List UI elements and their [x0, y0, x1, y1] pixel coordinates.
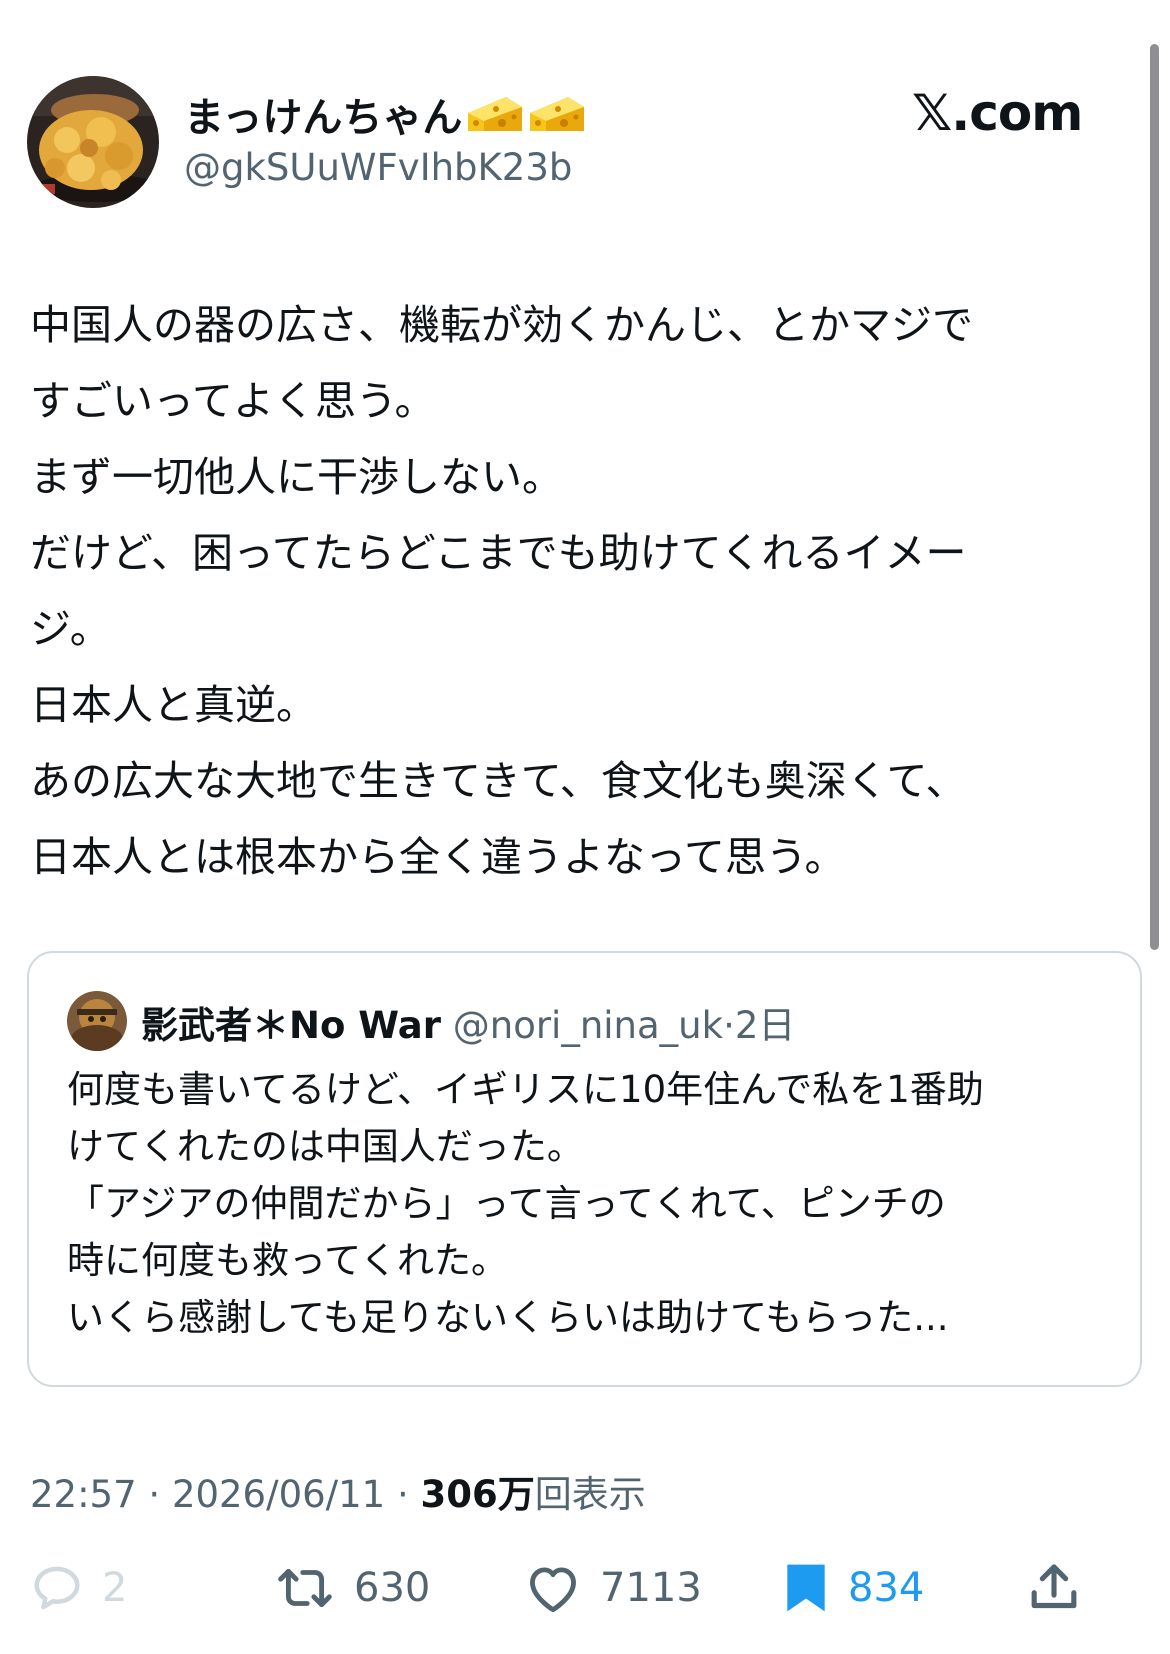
scrollbar[interactable]	[1150, 44, 1159, 950]
x-com-logo: 𝕏.com	[912, 84, 1083, 142]
retweet-button[interactable]: 630	[274, 1558, 430, 1618]
tweet-line: 中国人の器の広さ、機転が効くかんじ、とかマジで	[30, 301, 973, 349]
quote-line: 何度も書いてるけど、イギリスに10年住んで私を1番助	[67, 1068, 984, 1111]
views-label: 回表示	[534, 1473, 646, 1516]
author-display-name[interactable]: まっけんちゃん	[184, 85, 462, 143]
like-button[interactable]: 7113	[524, 1558, 702, 1618]
tweet-date[interactable]: 2026/06/11	[172, 1473, 385, 1516]
quote-line: 「アジアの仲間だから」って言ってくれて、ピンチの	[67, 1182, 946, 1225]
quote-display-name[interactable]: 影武者＊No War	[141, 1004, 441, 1047]
tweet-line: 日本人とは根本から全く違うよなって思う。	[30, 833, 846, 881]
tweet-line: まず一切他人に干渉しない。	[30, 453, 563, 501]
tweet-meta: 22:57 · 2026/06/11 · 306万回表示	[30, 1464, 646, 1518]
quote-text: 何度も書いてるけど、イギリスに10年住んで私を1番助 けてくれたのは中国人だった…	[67, 1061, 1127, 1346]
bookmark-count: 834	[848, 1565, 925, 1611]
author-handle[interactable]: @gkSUuWFvIhbK23b	[184, 146, 572, 189]
reply-button[interactable]: 2	[30, 1558, 127, 1618]
reply-icon	[30, 1561, 84, 1615]
meta-separator: ·	[136, 1473, 172, 1516]
like-count: 7113	[600, 1565, 702, 1611]
retweet-icon	[274, 1561, 336, 1615]
bookmark-button[interactable]: 834	[782, 1558, 924, 1618]
quote-line: けてくれたのは中国人だった。	[67, 1125, 584, 1168]
bookmark-icon	[782, 1560, 830, 1616]
quote-handle[interactable]: @nori_nina_uk	[453, 1004, 723, 1047]
tweet-line: 日本人と真逆。	[30, 681, 317, 729]
action-bar: 2 630 7113 834	[0, 1548, 1170, 1638]
share-button[interactable]	[1026, 1558, 1082, 1618]
meta-separator: ·	[385, 1473, 421, 1516]
author-name-row[interactable]: まっけんちゃん	[184, 86, 586, 142]
quote-header: 影武者＊No War @nori_nina_uk·2日	[141, 995, 795, 1049]
tweet-line: ジ。	[30, 605, 111, 653]
cheese-emoji-icon	[466, 93, 524, 135]
reply-count: 2	[102, 1565, 128, 1611]
quote-line: いくら感謝しても足りないくらいは助けてもらった...	[67, 1296, 949, 1339]
quoted-tweet-card[interactable]: 影武者＊No War @nori_nina_uk·2日 何度も書いてるけど、イギ…	[27, 951, 1142, 1387]
share-icon	[1026, 1560, 1082, 1616]
cheese-emoji-icon	[528, 93, 586, 135]
tweet-line: あの広大な大地で生きてきて、食文化も奥深くて、	[30, 757, 967, 805]
views-count: 306万	[420, 1473, 535, 1516]
quote-separator: ·	[723, 1004, 735, 1047]
tweet-time[interactable]: 22:57	[30, 1473, 137, 1516]
like-icon	[524, 1561, 582, 1615]
author-avatar[interactable]	[27, 76, 159, 208]
retweet-count: 630	[354, 1565, 431, 1611]
quote-time[interactable]: 2日	[735, 1004, 796, 1047]
tweet-line: すごいってよく思う。	[30, 377, 436, 425]
tweet-line: だけど、困ってたらどこまでも助けてくれるイメー	[30, 529, 967, 577]
quote-line: 時に何度も救ってくれた。	[67, 1239, 509, 1282]
tweet-text: 中国人の器の広さ、機転が効くかんじ、とかマジで すごいってよく思う。 まず一切他…	[30, 287, 1130, 895]
quote-author-avatar[interactable]	[67, 991, 127, 1051]
